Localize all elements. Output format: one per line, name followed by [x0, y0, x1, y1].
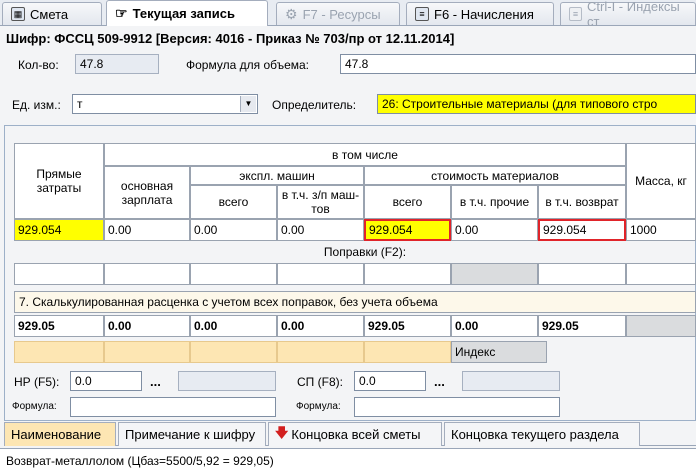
header-machine-ops: экспл. машин — [190, 166, 364, 185]
index-cell[interactable] — [104, 341, 190, 363]
index-label: Индекс — [451, 341, 547, 363]
tab-label: Текущая запись — [132, 6, 235, 21]
cipher-line: Шифр: ФССЦ 509-9912 [Версия: 4016 - Прик… — [6, 31, 455, 46]
tab-estimate-ending[interactable]: 🡇 Концовка всей сметы — [268, 422, 442, 446]
calc-base-salary: 0.00 — [104, 315, 190, 337]
chevron-down-icon[interactable]: ▼ — [240, 96, 256, 112]
correction-cell[interactable] — [190, 263, 277, 285]
determinant-field[interactable]: 26: Строительные материалы (для типового… — [377, 94, 696, 114]
value-materials-total[interactable]: 929.054 — [364, 219, 451, 241]
calc-materials-total: 929.05 — [364, 315, 451, 337]
formula-field[interactable]: 47.8 — [340, 54, 696, 74]
correction-cell[interactable] — [538, 263, 626, 285]
bottom-tab-strip: Наименование Примечание к шифру 🡇 Концов… — [4, 422, 696, 446]
hp-field[interactable]: 0.0 — [70, 371, 142, 391]
sp-formula-label: Формула: — [296, 401, 341, 412]
calc-label: 7. Скалькулированная расценка с учетом в… — [14, 291, 696, 313]
header-machinist-salary: в т.ч. з/п маш-тов — [277, 185, 364, 219]
tab-name[interactable]: Наименование — [4, 422, 116, 446]
correction-cell[interactable] — [364, 263, 451, 285]
hp-dots-button[interactable]: ... — [150, 374, 161, 389]
unit-value: т — [77, 97, 83, 111]
corrections-label: Поправки (F2): — [323, 245, 407, 259]
sp-label: СП (F8): — [297, 375, 343, 389]
sp-dots-button[interactable]: ... — [434, 374, 445, 389]
calc-incl-return: 929.05 — [538, 315, 626, 337]
tab-resources[interactable]: ⚙ F7 - Ресурсы — [276, 2, 400, 25]
value-direct-costs[interactable]: 929.054 — [14, 219, 104, 241]
sp-readonly — [462, 371, 560, 391]
hp-label: НР (F5): — [14, 375, 60, 389]
tab-label: Ctrl-I - Индексы ст — [587, 0, 680, 29]
sp-field[interactable]: 0.0 — [354, 371, 426, 391]
calc-incl-other: 0.00 — [451, 315, 538, 337]
formula-label: Формула для объема: — [186, 58, 310, 72]
tab-label: Концовка всей сметы — [291, 427, 421, 442]
header-mass: Масса, кг — [626, 143, 696, 219]
index-cell[interactable] — [364, 341, 451, 363]
index-cell[interactable] — [14, 341, 104, 363]
sp-formula-field[interactable] — [354, 397, 560, 417]
correction-cell[interactable] — [626, 263, 696, 285]
correction-cell[interactable] — [104, 263, 190, 285]
value-incl-return[interactable]: 929.054 — [538, 219, 626, 241]
tab-indexes[interactable]: ≡ Ctrl-I - Индексы ст — [560, 0, 696, 29]
status-text: Возврат-металлолом (Цбаз=5500/5,92 = 929… — [0, 448, 696, 473]
arrow-down-icon: 🡇 — [275, 424, 289, 440]
header-base-salary: основная зарплата — [104, 166, 190, 219]
tab-cipher-note[interactable]: Примечание к шифру — [118, 422, 266, 446]
correction-cell[interactable] — [14, 263, 104, 285]
header-machine-total: всего — [190, 185, 277, 219]
unit-label: Ед. изм.: — [12, 98, 61, 112]
correction-cell[interactable] — [277, 263, 364, 285]
value-base-salary[interactable]: 0.00 — [104, 219, 190, 241]
correction-cell — [451, 263, 538, 285]
qty-field[interactable]: 47.8 — [75, 54, 159, 74]
tab-label: F6 - Начисления — [434, 6, 534, 22]
table-icon: ▦ — [11, 7, 25, 21]
tab-section-ending[interactable]: Концовка текущего раздела — [444, 422, 640, 446]
value-machinist-salary[interactable]: 0.00 — [277, 219, 364, 241]
calc-machine-total: 0.00 — [190, 315, 277, 337]
hp-readonly — [178, 371, 276, 391]
header-including: в том числе — [104, 143, 626, 166]
calc-direct-costs: 929.05 — [14, 315, 104, 337]
unit-select[interactable]: т ▼ — [72, 94, 258, 114]
document-icon: ≡ — [569, 7, 583, 21]
tab-label: Смета — [30, 6, 69, 22]
header-incl-return: в т.ч. возврат — [538, 185, 626, 219]
header-incl-other: в т.ч. прочие — [451, 185, 538, 219]
index-cell[interactable] — [190, 341, 277, 363]
value-incl-other[interactable]: 0.00 — [451, 219, 538, 241]
tab-label: F7 - Ресурсы — [302, 6, 381, 22]
index-cell[interactable] — [277, 341, 364, 363]
pointer-icon: ☞ — [115, 5, 128, 21]
header-direct-costs: Прямые затраты — [14, 143, 104, 219]
calc-machinist-salary: 0.00 — [277, 315, 364, 337]
calc-mass — [626, 315, 696, 337]
hp-formula-field[interactable] — [70, 397, 276, 417]
qty-label: Кол-во: — [18, 58, 59, 72]
header-materials-total: всего — [364, 185, 451, 219]
document-icon: ≡ — [415, 7, 429, 21]
gear-icon: ⚙ — [285, 5, 298, 22]
value-mass[interactable]: 1000 — [626, 219, 696, 241]
tab-charges[interactable]: ≡ F6 - Начисления — [406, 2, 554, 25]
tab-estimate[interactable]: ▦ Смета — [2, 2, 102, 25]
determinant-label: Определитель: — [272, 98, 357, 112]
tab-strip: ▦ Смета ☞ Текущая запись ⚙ F7 - Ресурсы … — [0, 0, 696, 29]
header-materials-cost: стоимость материалов — [364, 166, 626, 185]
tab-current-record[interactable]: ☞ Текущая запись — [106, 0, 268, 26]
value-machine-total[interactable]: 0.00 — [190, 219, 277, 241]
hp-formula-label: Формула: — [12, 401, 57, 412]
